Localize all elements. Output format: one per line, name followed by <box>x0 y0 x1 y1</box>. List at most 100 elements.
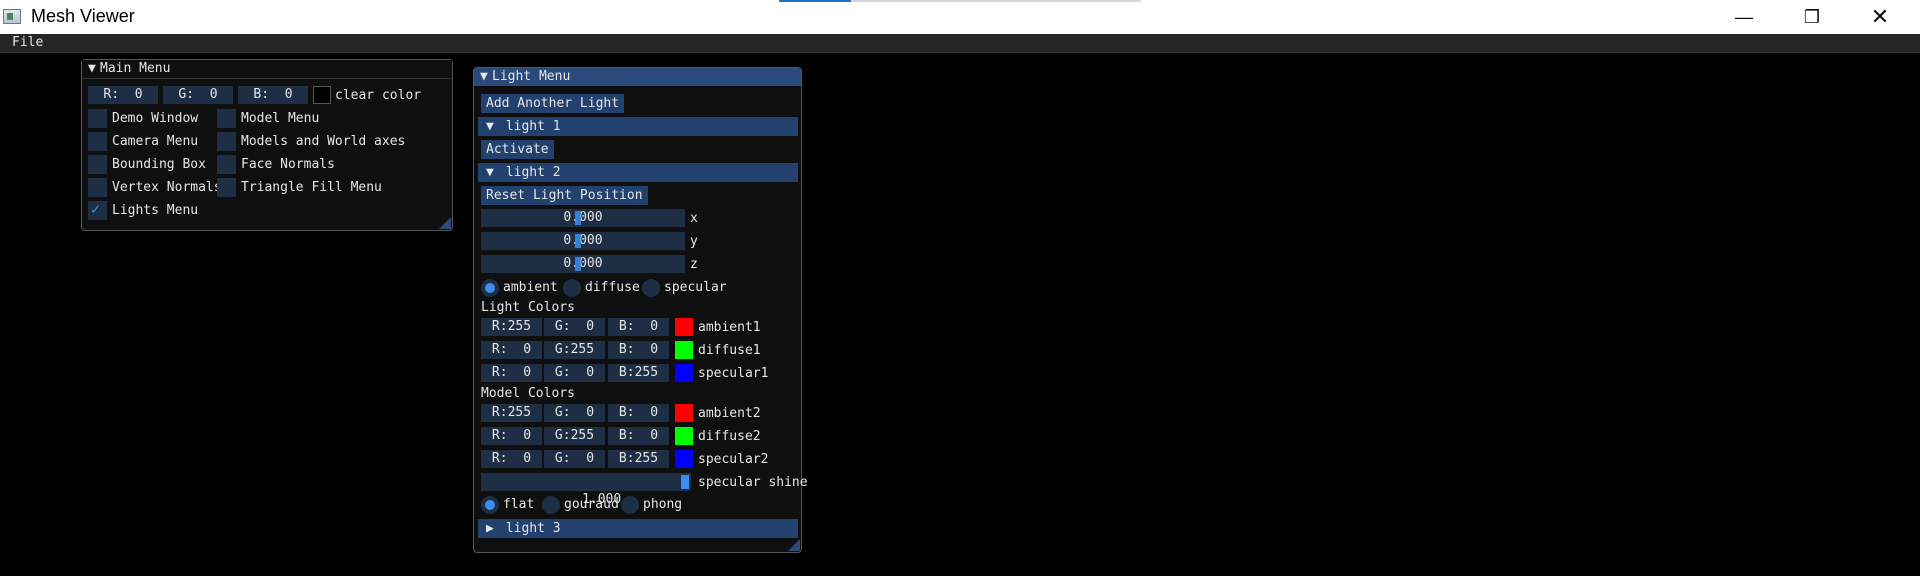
light-type-radio-specular[interactable] <box>642 279 660 297</box>
model-color-ambient2-b[interactable]: B: 0 <box>608 404 669 422</box>
specular-shine-slider[interactable]: 1.000 <box>481 473 691 507</box>
model-color-diffuse2-b[interactable]: B: 0 <box>608 427 669 445</box>
position-x-value: 0.000 <box>563 210 603 225</box>
drag-cursor <box>575 234 581 248</box>
clear-color-b[interactable]: B: 0 <box>238 86 308 104</box>
model-color-ambient2-g[interactable]: G: 0 <box>544 404 605 422</box>
clear-color-swatch[interactable] <box>313 86 331 104</box>
model-color-diffuse2-label: diffuse2 <box>698 429 761 444</box>
shading-radio-label-phong: phong <box>643 497 683 512</box>
section-light-1-label: light 1 <box>505 119 561 134</box>
light-color-diffuse1-swatch[interactable] <box>675 341 693 359</box>
checkbox-bounding-box[interactable] <box>88 155 107 174</box>
section-light-3[interactable]: ▶ light 3 <box>478 519 798 538</box>
light-color-specular1-r[interactable]: R: 0 <box>481 364 542 382</box>
collapse-arrow-icon[interactable]: ▼ <box>88 60 100 78</box>
checkbox-model-menu[interactable] <box>217 109 236 128</box>
shading-radio-flat[interactable] <box>481 496 499 514</box>
shading-radio-phong[interactable] <box>621 496 639 514</box>
model-color-ambient2-r[interactable]: R:255 <box>481 404 542 422</box>
position-z-input[interactable]: 0.000 <box>481 255 685 273</box>
position-x-input[interactable]: 0.000 <box>481 209 685 227</box>
checkbox-label-vertex-normals: Vertex Normals <box>112 180 222 195</box>
light-menu-title: Light Menu <box>492 69 571 84</box>
window-title: Mesh Viewer <box>31 6 135 26</box>
light-menu-window: ▼ Light Menu Add Another Light ▼ light 1 … <box>473 67 808 553</box>
light-color-ambient1-r[interactable]: R:255 <box>481 318 542 336</box>
section-light-2-label: light 2 <box>505 165 561 180</box>
checkbox-demo-window[interactable] <box>88 109 107 128</box>
resize-grip-icon[interactable] <box>788 539 800 551</box>
drag-cursor <box>575 257 581 271</box>
checkbox-label-models-and-world-axes: Models and World axes <box>241 134 406 149</box>
model-color-specular2-swatch[interactable] <box>675 450 693 468</box>
model-color-specular2-b[interactable]: B:255 <box>608 450 669 468</box>
loading-strip <box>779 0 1141 2</box>
position-y-input[interactable]: 0.000 <box>481 232 685 250</box>
light-color-specular1-g[interactable]: G: 0 <box>544 364 605 382</box>
position-z-value: 0.000 <box>563 256 603 271</box>
light-color-diffuse1-g[interactable]: G:255 <box>544 341 605 359</box>
position-y-label: y <box>690 234 698 249</box>
light-color-specular1-b[interactable]: B:255 <box>608 364 669 382</box>
shading-radio-label-flat: flat <box>503 497 535 512</box>
light-color-diffuse1-r[interactable]: R: 0 <box>481 341 542 359</box>
expand-arrow-icon: ▶ <box>486 521 494 536</box>
position-y-value: 0.000 <box>563 233 603 248</box>
close-icon[interactable]: ✕ <box>1848 0 1912 34</box>
light-colors-heading: Light Colors <box>481 300 575 315</box>
add-light-button[interactable]: Add Another Light <box>481 94 625 113</box>
checkbox-triangle-fill-menu[interactable] <box>217 178 236 197</box>
collapse-arrow-icon: ▼ <box>486 165 494 180</box>
clear-color-r[interactable]: R: 0 <box>88 86 158 104</box>
section-light-1[interactable]: ▼ light 1 <box>478 117 798 136</box>
collapse-arrow-icon[interactable]: ▼ <box>480 68 492 86</box>
drag-cursor <box>575 211 581 225</box>
resize-grip-icon[interactable] <box>439 217 451 229</box>
model-color-diffuse2-r[interactable]: R: 0 <box>481 427 542 445</box>
section-light-2[interactable]: ▼ light 2 <box>478 163 798 182</box>
checkbox-label-face-normals: Face Normals <box>241 157 335 172</box>
light-type-radio-diffuse[interactable] <box>563 279 581 297</box>
model-color-specular2-label: specular2 <box>698 452 769 467</box>
model-color-diffuse2-swatch[interactable] <box>675 427 693 445</box>
window-titlebar: Mesh Viewer — ❐ ✕ <box>0 0 1920 34</box>
light-color-ambient1-b[interactable]: B: 0 <box>608 318 669 336</box>
model-color-specular2-g[interactable]: G: 0 <box>544 450 605 468</box>
activate-button[interactable]: Activate <box>481 140 554 159</box>
model-colors-heading: Model Colors <box>481 386 575 401</box>
checkbox-label-camera-menu: Camera Menu <box>112 134 199 149</box>
position-z-label: z <box>690 257 698 272</box>
minimize-icon[interactable]: — <box>1712 0 1776 34</box>
model-color-diffuse2-g[interactable]: G:255 <box>544 427 605 445</box>
light-color-specular1-label: specular1 <box>698 366 769 381</box>
light-menu-header[interactable]: ▼ Light Menu <box>474 68 801 86</box>
checkbox-label-bounding-box: Bounding Box <box>112 157 206 172</box>
shading-radio-gouraud[interactable] <box>542 496 560 514</box>
slider-grab[interactable] <box>681 475 689 489</box>
checkbox-label-demo-window: Demo Window <box>112 111 199 126</box>
reset-light-position-button[interactable]: Reset Light Position <box>481 186 648 205</box>
light-color-ambient1-swatch[interactable] <box>675 318 693 336</box>
clear-color-label: clear color <box>335 88 422 103</box>
clear-color-g[interactable]: G: 0 <box>163 86 233 104</box>
menu-file[interactable]: File <box>12 35 43 50</box>
model-color-specular2-r[interactable]: R: 0 <box>481 450 542 468</box>
main-menu-window: ▼ Main Menu R: 0 G: 0 B: 0 clear color De… <box>81 59 453 231</box>
checkbox-vertex-normals[interactable] <box>88 178 107 197</box>
main-menu-header[interactable]: ▼ Main Menu <box>82 60 452 79</box>
checkbox-lights-menu[interactable] <box>88 200 107 220</box>
checkbox-camera-menu[interactable] <box>88 132 107 151</box>
checkbox-face-normals[interactable] <box>217 155 236 174</box>
model-color-ambient2-swatch[interactable] <box>675 404 693 422</box>
checkbox-models-and-world-axes[interactable] <box>217 132 236 151</box>
light-type-radio-ambient[interactable] <box>481 279 499 297</box>
position-x-label: x <box>690 211 698 226</box>
checkbox-label-lights-menu: Lights Menu <box>112 203 199 218</box>
restore-icon[interactable]: ❐ <box>1780 0 1844 34</box>
light-color-diffuse1-b[interactable]: B: 0 <box>608 341 669 359</box>
light-color-diffuse1-label: diffuse1 <box>698 343 761 358</box>
light-color-specular1-swatch[interactable] <box>675 364 693 382</box>
light-color-ambient1-g[interactable]: G: 0 <box>544 318 605 336</box>
menubar: File <box>0 34 1920 53</box>
